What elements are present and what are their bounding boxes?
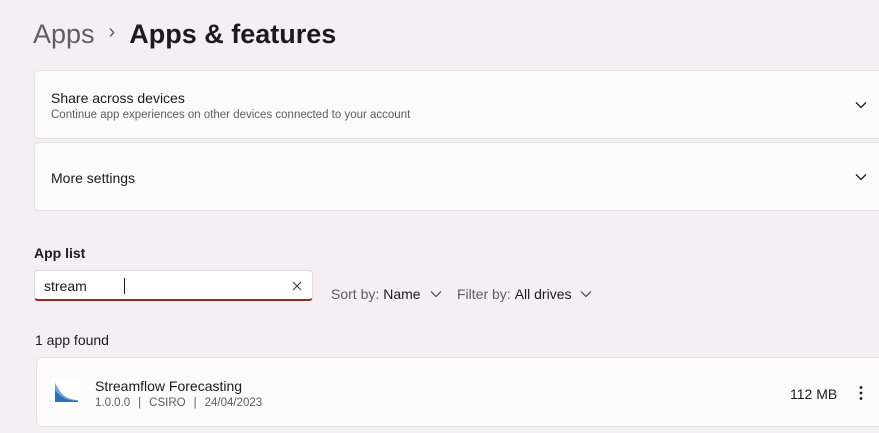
chevron-down-icon[interactable] xyxy=(853,169,869,185)
chevron-down-icon[interactable] xyxy=(853,97,869,113)
app-size: 112 MB xyxy=(790,386,838,402)
app-list-heading: App list xyxy=(34,245,86,261)
filter-by-value: All drives xyxy=(514,286,572,302)
more-vertical-icon xyxy=(859,386,863,400)
filter-by-label: Filter by: xyxy=(457,286,511,302)
breadcrumb-separator-icon: › xyxy=(108,20,116,43)
list-item[interactable]: Streamflow Forecasting 1.0.0.0 | CSIRO |… xyxy=(36,357,879,427)
app-search-box[interactable] xyxy=(34,270,313,301)
sort-by-dropdown[interactable]: Sort by: Name xyxy=(331,284,443,304)
share-across-devices-title: Share across devices xyxy=(51,90,185,106)
app-name: Streamflow Forecasting xyxy=(95,378,243,394)
meta-separator: | xyxy=(138,397,142,409)
more-settings-title: More settings xyxy=(51,170,136,186)
app-install-date: 24/04/2023 xyxy=(204,397,263,409)
page-title: Apps & features xyxy=(129,18,337,49)
streamflow-app-icon xyxy=(52,378,80,406)
app-details: 1.0.0.0 | CSIRO | 24/04/2023 xyxy=(95,397,262,409)
chevron-down-icon xyxy=(581,291,592,298)
more-settings-card[interactable]: More settings xyxy=(34,142,879,211)
app-version: 1.0.0.0 xyxy=(95,397,131,409)
share-across-devices-card[interactable]: Share across devices Continue app experi… xyxy=(34,70,879,139)
breadcrumb: Apps › Apps & features xyxy=(33,14,336,54)
breadcrumb-apps-link[interactable]: Apps xyxy=(33,19,95,50)
more-options-button[interactable] xyxy=(851,382,871,404)
app-search-input[interactable] xyxy=(44,276,279,296)
sort-by-label: Sort by: xyxy=(331,286,380,302)
meta-separator: | xyxy=(193,397,197,409)
sort-by-value: Name xyxy=(383,286,421,302)
filter-by-dropdown[interactable]: Filter by: All drives xyxy=(457,284,593,304)
text-cursor xyxy=(124,278,125,294)
app-publisher: CSIRO xyxy=(149,397,186,409)
app-count-text: 1 app found xyxy=(35,332,109,348)
close-icon[interactable] xyxy=(288,277,306,295)
share-across-devices-description: Continue app experiences on other device… xyxy=(51,109,411,121)
chevron-down-icon xyxy=(430,291,442,298)
